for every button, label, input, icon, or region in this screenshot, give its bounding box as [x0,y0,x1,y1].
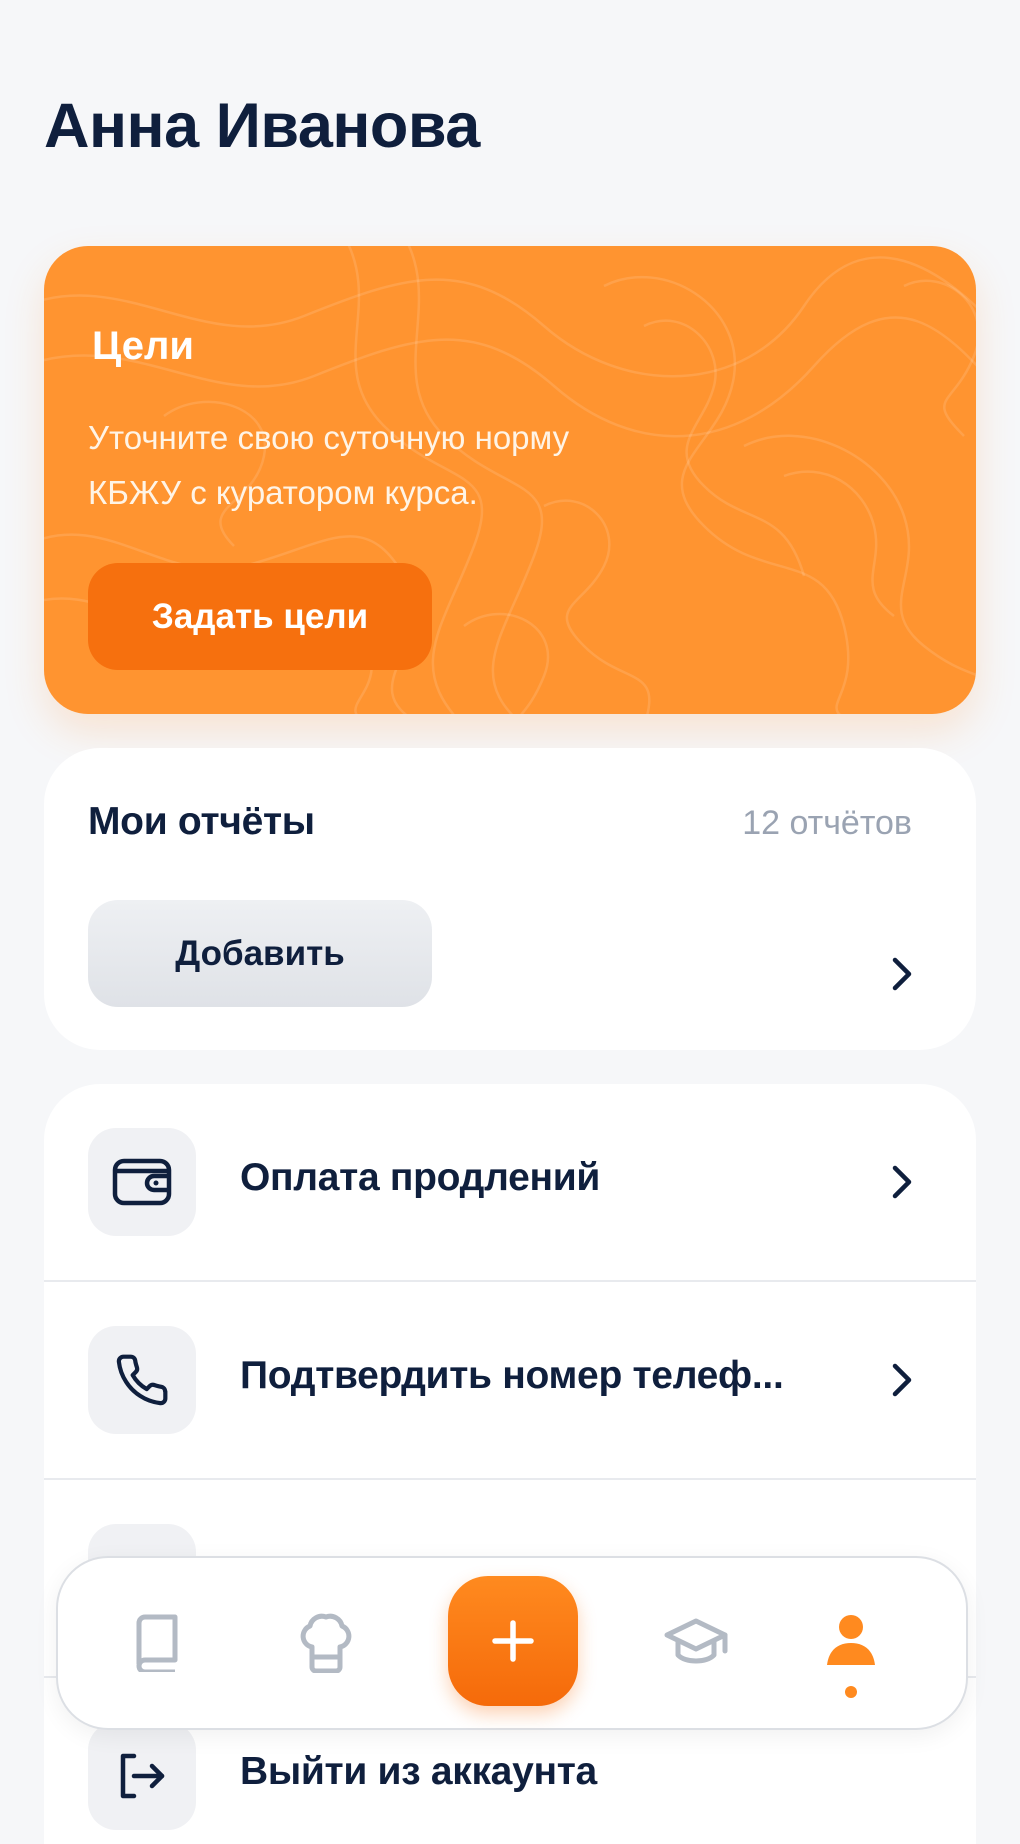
goals-description: Уточните свою суточную норму КБЖУ с кура… [88,419,570,511]
tab-courses[interactable] [636,1558,756,1728]
active-tab-indicator [845,1686,857,1698]
goals-title: Цели [92,324,194,368]
menu-item-confirm-phone[interactable]: Подтвердить номер телеф... [44,1282,976,1480]
reports-card[interactable]: Мои отчёты 12 отчётов Добавить [44,748,976,1050]
menu-item-label: Подтвердить номер телеф... [240,1354,784,1397]
tab-book[interactable] [96,1558,216,1728]
book-icon [136,1614,178,1672]
reports-count: 12 отчётов [742,804,912,842]
bottom-tab-bar [56,1556,968,1730]
chef-hat-icon [300,1613,352,1673]
user-icon [827,1615,875,1665]
tab-recipes[interactable] [266,1558,386,1728]
set-goals-button[interactable]: Задать цели [88,563,432,670]
phone-icon [88,1326,196,1434]
wallet-icon [88,1128,196,1236]
add-button[interactable] [448,1576,578,1706]
chevron-right-icon[interactable] [890,956,914,992]
plus-icon [492,1620,534,1662]
chevron-right-icon [892,1363,912,1397]
menu-item-payments[interactable]: Оплата продлений [44,1084,976,1282]
settings-menu: Оплата продлений Подтвердить номер телеф… [44,1084,976,1844]
chevron-right-icon [892,1165,912,1199]
goals-card: Цели Уточните свою суточную норму КБЖУ с… [44,246,976,714]
menu-item-label: Выйти из аккаунта [240,1750,597,1793]
logout-icon [88,1722,196,1830]
page-title: Анна Иванова [44,91,480,161]
menu-item-label: Оплата продлений [240,1156,601,1199]
tab-profile[interactable] [791,1558,911,1728]
reports-title: Мои отчёты [88,800,315,843]
add-report-button[interactable]: Добавить [88,900,432,1007]
graduation-cap-icon [664,1618,728,1664]
